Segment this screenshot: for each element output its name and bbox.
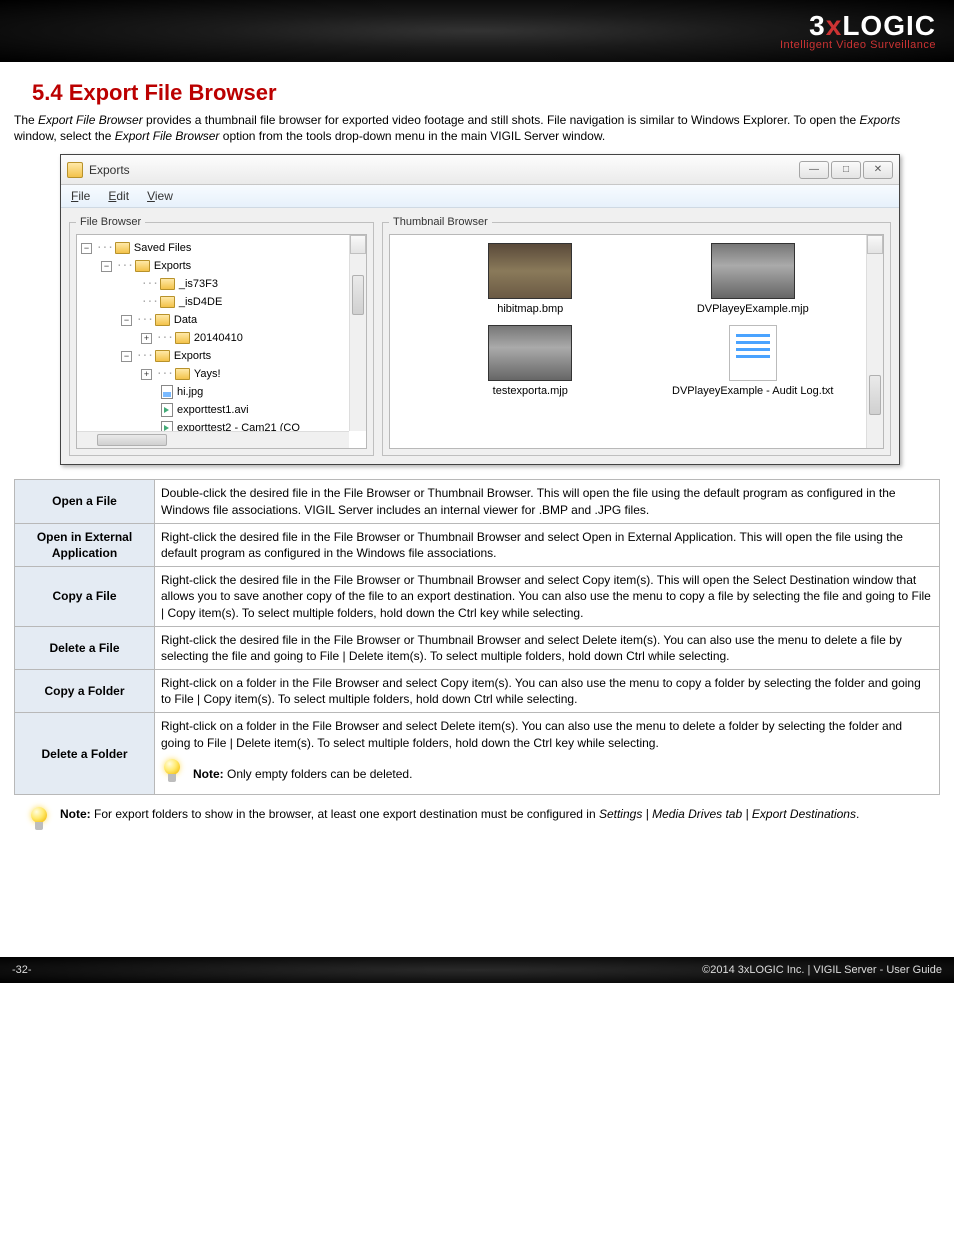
minimize-button[interactable]: — — [799, 161, 829, 179]
thumbnail-label: hibitmap.bmp — [424, 303, 637, 315]
page-header: 3xLOGIC Intelligent Video Surveillance — [0, 0, 954, 62]
folder-icon — [175, 368, 190, 380]
tree-node[interactable]: exporttest1.avi — [177, 401, 249, 419]
action-desc: Right-click the desired file in the File… — [155, 626, 940, 669]
inline-note: Note: Only empty folders can be deleted. — [161, 759, 933, 789]
thumbnail-item[interactable]: testexporta.mjp — [424, 325, 637, 397]
page-content: 5.4 Export File Browser The Export File … — [0, 62, 954, 847]
file-browser-pane: File Browser −···Saved Files −···Exports… — [69, 216, 374, 456]
tree-node[interactable]: Data — [174, 311, 197, 329]
action-name: Copy a Folder — [15, 670, 155, 713]
page-number: -32- — [12, 964, 32, 976]
image-file-icon — [161, 385, 173, 399]
action-name: Open in External Application — [15, 523, 155, 566]
folder-icon — [115, 242, 130, 254]
exports-window: Exports — □ ✕ File Edit View File Browse… — [60, 154, 900, 465]
tree-node[interactable]: hi.jpg — [177, 383, 203, 401]
tree-node[interactable]: Saved Files — [134, 239, 191, 257]
folder-icon — [160, 278, 175, 290]
note-label: Note: — [193, 767, 224, 781]
window-titlebar: Exports — □ ✕ — [61, 155, 899, 185]
tree-node[interactable]: Yays! — [194, 365, 221, 383]
folder-icon — [135, 260, 150, 272]
horizontal-scrollbar[interactable] — [77, 431, 349, 448]
action-name: Open a File — [15, 480, 155, 523]
maximize-button[interactable]: □ — [831, 161, 861, 179]
action-desc: Right-click the desired file in the File… — [155, 523, 940, 566]
intro-paragraph: The Export File Browser provides a thumb… — [14, 112, 940, 144]
table-row: Delete a Folder Right-click on a folder … — [15, 713, 940, 794]
folder-icon — [155, 350, 170, 362]
close-button[interactable]: ✕ — [863, 161, 893, 179]
tree-node[interactable]: _is73F3 — [179, 275, 218, 293]
file-browser-legend: File Browser — [76, 216, 145, 228]
tree-node[interactable]: _isD4DE — [179, 293, 222, 311]
tree-node[interactable]: 20140410 — [194, 329, 243, 347]
logo-x: x — [826, 10, 843, 41]
thumbnail-item[interactable]: DVPlayeyExample.mjp — [647, 243, 860, 315]
app-icon — [67, 162, 83, 178]
action-desc: Right-click on a folder in the File Brow… — [155, 713, 940, 794]
menu-file[interactable]: File — [71, 189, 90, 203]
table-row: Open in External Application Right-click… — [15, 523, 940, 566]
lightbulb-icon — [28, 807, 50, 837]
note-label: Note: — [60, 807, 91, 821]
tree-view[interactable]: −···Saved Files −···Exports ···_is73F3 ·… — [76, 234, 367, 449]
thumbnail-label: DVPlayeyExample - Audit Log.txt — [647, 385, 860, 397]
vertical-scrollbar[interactable] — [866, 235, 883, 448]
folder-icon — [175, 332, 190, 344]
logo-text: LOGIC — [842, 10, 936, 41]
thumbnail-item[interactable]: DVPlayeyExample - Audit Log.txt — [647, 325, 860, 397]
folder-icon — [160, 296, 175, 308]
action-name: Delete a Folder — [15, 713, 155, 794]
thumbnail-image — [488, 243, 572, 299]
section-heading: 5.4 Export File Browser — [32, 80, 940, 106]
thumbnail-item[interactable]: hibitmap.bmp — [424, 243, 637, 315]
thumbnail-label: testexporta.mjp — [424, 385, 637, 397]
note-text: Only empty folders can be deleted. — [224, 767, 413, 781]
actions-table: Open a File Double-click the desired fil… — [14, 479, 940, 794]
logo-text: 3 — [809, 10, 826, 41]
table-row: Copy a Folder Right-click on a folder in… — [15, 670, 940, 713]
table-row: Open a File Double-click the desired fil… — [15, 480, 940, 523]
thumbnail-browser-legend: Thumbnail Browser — [389, 216, 492, 228]
action-name: Delete a File — [15, 626, 155, 669]
thumbnail-grid[interactable]: hibitmap.bmp DVPlayeyExample.mjp testexp… — [389, 234, 884, 449]
video-file-icon — [161, 403, 173, 417]
table-row: Copy a File Right-click the desired file… — [15, 567, 940, 627]
footer-credits: ©2014 3xLOGIC Inc. | VIGIL Server - User… — [702, 964, 942, 976]
menu-bar: File Edit View — [61, 185, 899, 208]
thumbnail-label: DVPlayeyExample.mjp — [647, 303, 860, 315]
action-desc: Double-click the desired file in the Fil… — [155, 480, 940, 523]
menu-edit[interactable]: Edit — [108, 189, 129, 203]
tree-node[interactable]: Exports — [174, 347, 211, 365]
action-desc: Right-click the desired file in the File… — [155, 567, 940, 627]
folder-icon — [155, 314, 170, 326]
action-desc: Right-click on a folder in the File Brow… — [155, 670, 940, 713]
thumbnail-browser-pane: Thumbnail Browser hibitmap.bmp DVPlayeyE… — [382, 216, 891, 456]
action-name: Copy a File — [15, 567, 155, 627]
vertical-scrollbar[interactable] — [349, 235, 366, 431]
text-file-icon — [729, 325, 777, 381]
tree-node[interactable]: Exports — [154, 257, 191, 275]
window-title: Exports — [89, 163, 797, 177]
lightbulb-icon — [161, 759, 183, 789]
page-note: Note: For export folders to show in the … — [28, 807, 940, 837]
thumbnail-image — [711, 243, 795, 299]
brand-logo: 3xLOGIC Intelligent Video Surveillance — [780, 12, 936, 51]
thumbnail-image — [488, 325, 572, 381]
menu-view[interactable]: View — [147, 189, 173, 203]
logo-tagline: Intelligent Video Surveillance — [780, 40, 936, 51]
table-row: Delete a File Right-click the desired fi… — [15, 626, 940, 669]
page-footer: -32- ©2014 3xLOGIC Inc. | VIGIL Server -… — [0, 957, 954, 983]
